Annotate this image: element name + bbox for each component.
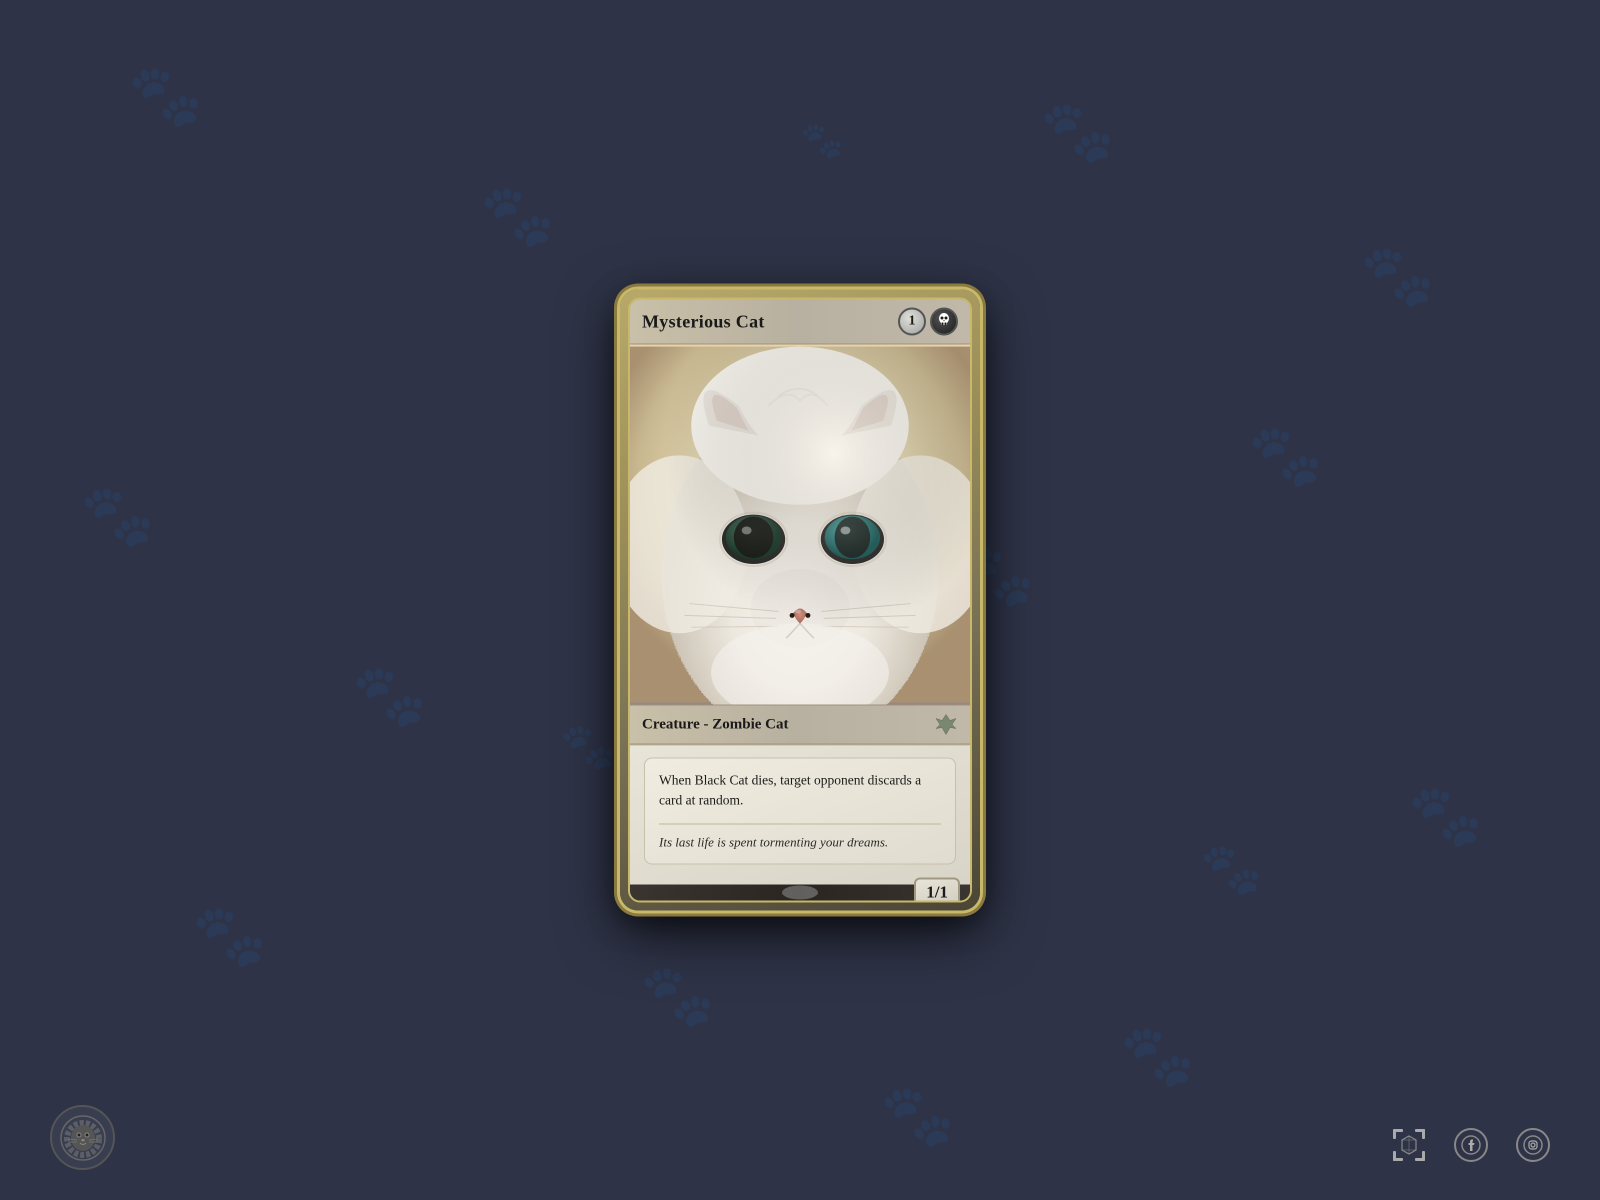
card-cost: 1 xyxy=(898,308,958,336)
skull-icon xyxy=(936,311,952,332)
card-rules-text: When Black Cat dies, target opponent dis… xyxy=(659,771,941,812)
logo-circle xyxy=(50,1105,115,1170)
set-symbol-icon xyxy=(934,713,958,737)
mtg-card: Mysterious Cat 1 xyxy=(620,290,980,911)
ar-view-icon[interactable] xyxy=(1392,1128,1426,1162)
card-type-text: Creature - Zombie Cat xyxy=(642,716,789,733)
mana-colorless: 1 xyxy=(898,308,926,336)
power-toughness: 1/1 xyxy=(914,878,960,903)
card-footer: 1/1 xyxy=(630,885,970,901)
bottom-icons xyxy=(1392,1128,1550,1162)
instagram-icon[interactable] xyxy=(1516,1128,1550,1162)
set-info xyxy=(782,886,818,900)
mana-black xyxy=(930,308,958,336)
mana-colorless-value: 1 xyxy=(909,314,916,330)
lion-logo-icon xyxy=(58,1113,108,1163)
cat-illustration xyxy=(630,345,970,705)
card-wrapper: Mysterious Cat 1 xyxy=(620,290,980,911)
bottom-logo xyxy=(50,1105,115,1170)
set-oval-marker xyxy=(782,886,818,900)
facebook-icon[interactable] xyxy=(1454,1128,1488,1162)
card-type-line: Creature - Zombie Cat xyxy=(630,705,970,745)
card-title: Mysterious Cat xyxy=(642,311,765,332)
card-flavor-text: Its last life is spent tormenting your d… xyxy=(659,832,941,852)
card-header: Mysterious Cat 1 xyxy=(630,300,970,345)
card-textbox: When Black Cat dies, target opponent dis… xyxy=(630,745,970,885)
card-inner: Mysterious Cat 1 xyxy=(628,298,972,903)
card-art xyxy=(630,345,970,705)
